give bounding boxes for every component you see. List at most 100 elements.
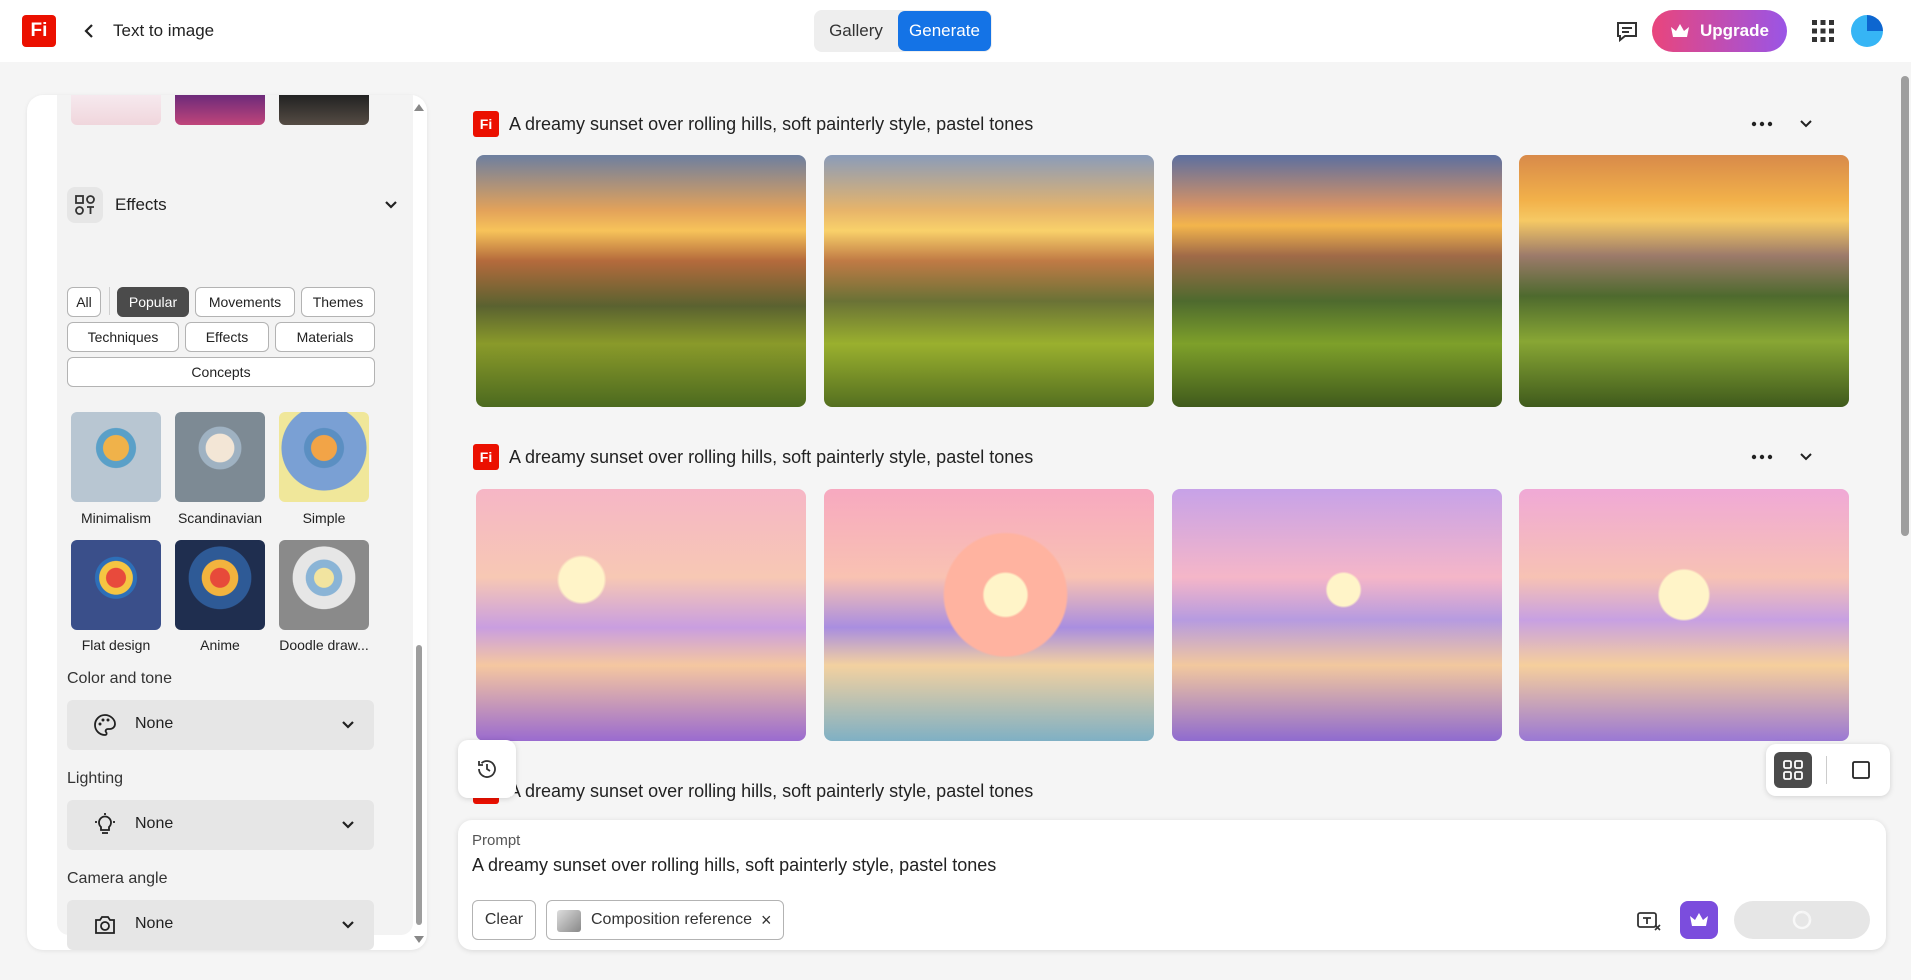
page-title: Text to image (113, 21, 215, 40)
single-view-button[interactable] (1842, 752, 1880, 788)
chip-movements[interactable]: Movements (195, 287, 295, 317)
chevron-down-icon[interactable] (381, 195, 401, 215)
chip-divider (109, 287, 110, 315)
generated-image[interactable] (1172, 155, 1502, 407)
history-button[interactable] (458, 740, 516, 798)
firefly-logo[interactable]: Fi (22, 15, 56, 47)
apps-grid-icon[interactable] (1812, 20, 1834, 42)
chevron-down-icon (342, 821, 354, 829)
generated-image[interactable] (1519, 155, 1849, 407)
style-flat-design-tile[interactable] (71, 540, 161, 630)
chevron-left-icon (84, 24, 93, 38)
style-simple-tile[interactable] (279, 412, 369, 502)
chip-concepts[interactable]: Concepts (67, 357, 375, 387)
close-icon[interactable]: × (761, 910, 772, 931)
style-label: Doodle draw... (279, 637, 369, 653)
lightbulb-icon (95, 813, 115, 834)
color-tone-value: None (135, 715, 174, 732)
chip-materials[interactable]: Materials (275, 322, 375, 352)
generated-image[interactable] (1519, 489, 1849, 741)
lighting-dropdown[interactable]: None (67, 800, 374, 850)
feedback-icon[interactable] (1614, 18, 1640, 44)
mode-switch: Gallery Generate (814, 10, 992, 52)
style-label: Simple (302, 510, 346, 526)
upgrade-button[interactable]: Upgrade (1652, 10, 1787, 52)
sidebar-scrollbar[interactable] (413, 100, 425, 945)
back-button[interactable] (78, 18, 100, 44)
prompt-input[interactable]: A dreamy sunset over rolling hills, soft… (472, 855, 996, 876)
chip-popular[interactable]: Popular (117, 287, 189, 317)
style-label: Flat design (81, 637, 151, 653)
color-tone-label: Color and tone (67, 670, 172, 687)
user-avatar[interactable] (1851, 15, 1883, 47)
style-minimalism-tile[interactable] (71, 412, 161, 502)
view-toggle-divider (1826, 756, 1827, 784)
generated-image[interactable] (824, 489, 1154, 741)
crown-icon (1690, 913, 1708, 926)
generated-image[interactable] (476, 489, 806, 741)
view-toggle (1766, 744, 1890, 796)
chevron-down-icon[interactable] (1796, 447, 1816, 467)
chip-effects[interactable]: Effects (185, 322, 269, 352)
generation-title: Fi A dreamy sunset over rolling hills, s… (473, 110, 1033, 138)
loading-spinner-icon (1792, 910, 1812, 930)
generation-title: Fi A dreamy sunset over rolling hills, s… (473, 443, 1033, 471)
generated-image[interactable] (824, 155, 1154, 407)
grid-view-button[interactable] (1774, 752, 1812, 788)
history-icon (478, 760, 496, 778)
premium-button[interactable] (1680, 901, 1718, 939)
lighting-value: None (135, 815, 174, 832)
firefly-mini-logo: Fi (473, 111, 499, 137)
effects-header[interactable]: Effects (67, 183, 403, 227)
camera-angle-label: Camera angle (67, 870, 168, 887)
scroll-down-arrow-icon[interactable] (413, 935, 425, 945)
camera-angle-dropdown[interactable]: None (67, 900, 374, 950)
effects-title: Effects (115, 195, 167, 214)
more-options-icon[interactable] (1750, 447, 1774, 467)
composition-thumbnail (557, 910, 581, 932)
generate-button[interactable] (1734, 901, 1870, 939)
scroll-up-arrow-icon[interactable] (413, 102, 425, 112)
reference-thumb-2[interactable] (175, 95, 265, 125)
prompt-label: Prompt (472, 832, 521, 849)
composition-reference-chip[interactable]: Composition reference × (546, 900, 784, 940)
chevron-down-icon (342, 721, 354, 729)
style-label: Minimalism (81, 510, 151, 526)
effects-section: Effects All Popular Movements Themes Tec… (57, 175, 413, 950)
style-doodle-tile[interactable] (279, 540, 369, 630)
style-label: Anime (200, 637, 240, 653)
main-scrollbar[interactable] (1897, 70, 1911, 815)
generate-tab[interactable]: Generate (898, 11, 991, 51)
gallery-tab[interactable]: Gallery (814, 10, 898, 52)
style-scandinavian-tile[interactable] (175, 412, 265, 502)
generated-image[interactable] (476, 155, 806, 407)
more-options-icon[interactable] (1750, 114, 1774, 134)
style-anime-tile[interactable] (175, 540, 265, 630)
prompt-panel: Prompt A dreamy sunset over rolling hill… (458, 820, 1886, 950)
grid-icon (1783, 760, 1803, 780)
chip-techniques[interactable]: Techniques (67, 322, 179, 352)
chevron-down-icon[interactable] (1796, 114, 1816, 134)
chip-themes[interactable]: Themes (301, 287, 375, 317)
clear-button[interactable]: Clear (472, 900, 536, 940)
generation-prompt: A dreamy sunset over rolling hills, soft… (509, 446, 1034, 467)
effects-icon (67, 187, 103, 223)
reference-thumb-3[interactable] (279, 95, 369, 125)
generated-image[interactable] (1172, 489, 1502, 741)
reference-thumb-1[interactable] (71, 95, 161, 125)
text-image-icon[interactable] (1636, 910, 1662, 932)
generation-prompt: A dreamy sunset over rolling hills, soft… (509, 113, 1034, 134)
sidebar-scroll-area[interactable]: Effects All Popular Movements Themes Tec… (27, 95, 427, 950)
chip-all[interactable]: All (67, 287, 101, 317)
generation-prompt: A dreamy sunset over rolling hills, soft… (509, 780, 1034, 801)
generation-actions (1750, 443, 1850, 471)
style-label: Scandinavian (177, 510, 263, 526)
main-scrollbar-thumb[interactable] (1901, 76, 1909, 536)
palette-icon (94, 714, 116, 736)
square-icon (1852, 761, 1870, 779)
upgrade-label: Upgrade (1700, 21, 1769, 40)
sidebar-scrollbar-thumb[interactable] (416, 645, 422, 925)
color-tone-dropdown[interactable]: None (67, 700, 374, 750)
lighting-label: Lighting (67, 770, 124, 787)
camera-angle-value: None (135, 915, 174, 932)
